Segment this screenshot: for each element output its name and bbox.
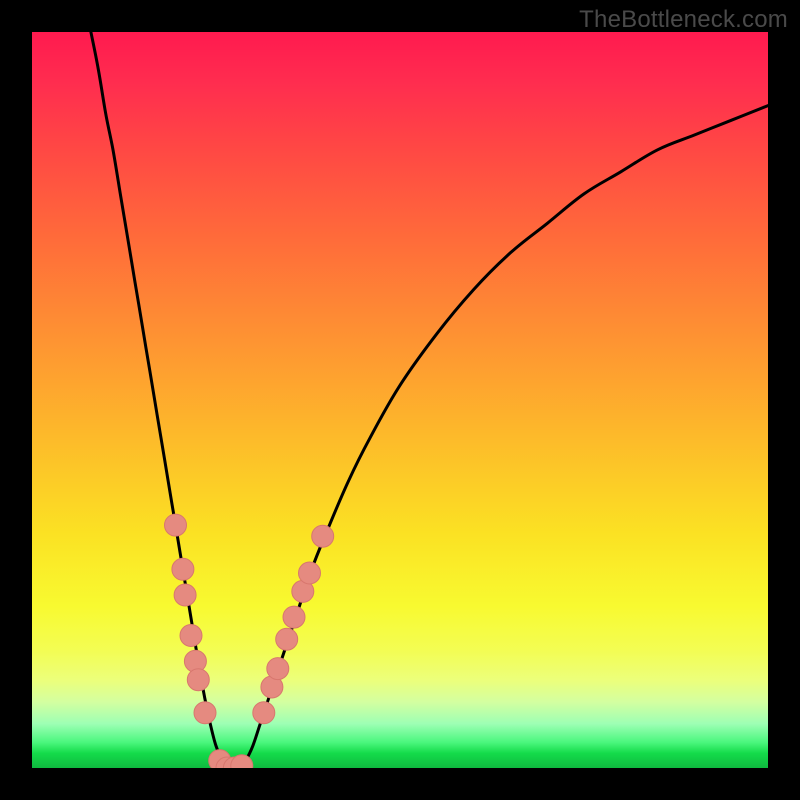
data-marker <box>174 584 196 606</box>
scatter-markers <box>165 514 334 768</box>
data-marker <box>283 606 305 628</box>
curve-layer <box>32 32 768 768</box>
watermark-text: TheBottleneck.com <box>579 6 788 34</box>
data-marker <box>299 562 321 584</box>
data-marker <box>165 514 187 536</box>
data-marker <box>180 625 202 647</box>
plot-area <box>32 32 768 768</box>
data-marker <box>253 702 275 724</box>
data-marker <box>276 628 298 650</box>
data-marker <box>312 525 334 547</box>
data-marker <box>194 702 216 724</box>
data-marker <box>187 669 209 691</box>
data-marker <box>267 658 289 680</box>
chart-frame: TheBottleneck.com <box>0 0 800 800</box>
data-marker <box>172 558 194 580</box>
